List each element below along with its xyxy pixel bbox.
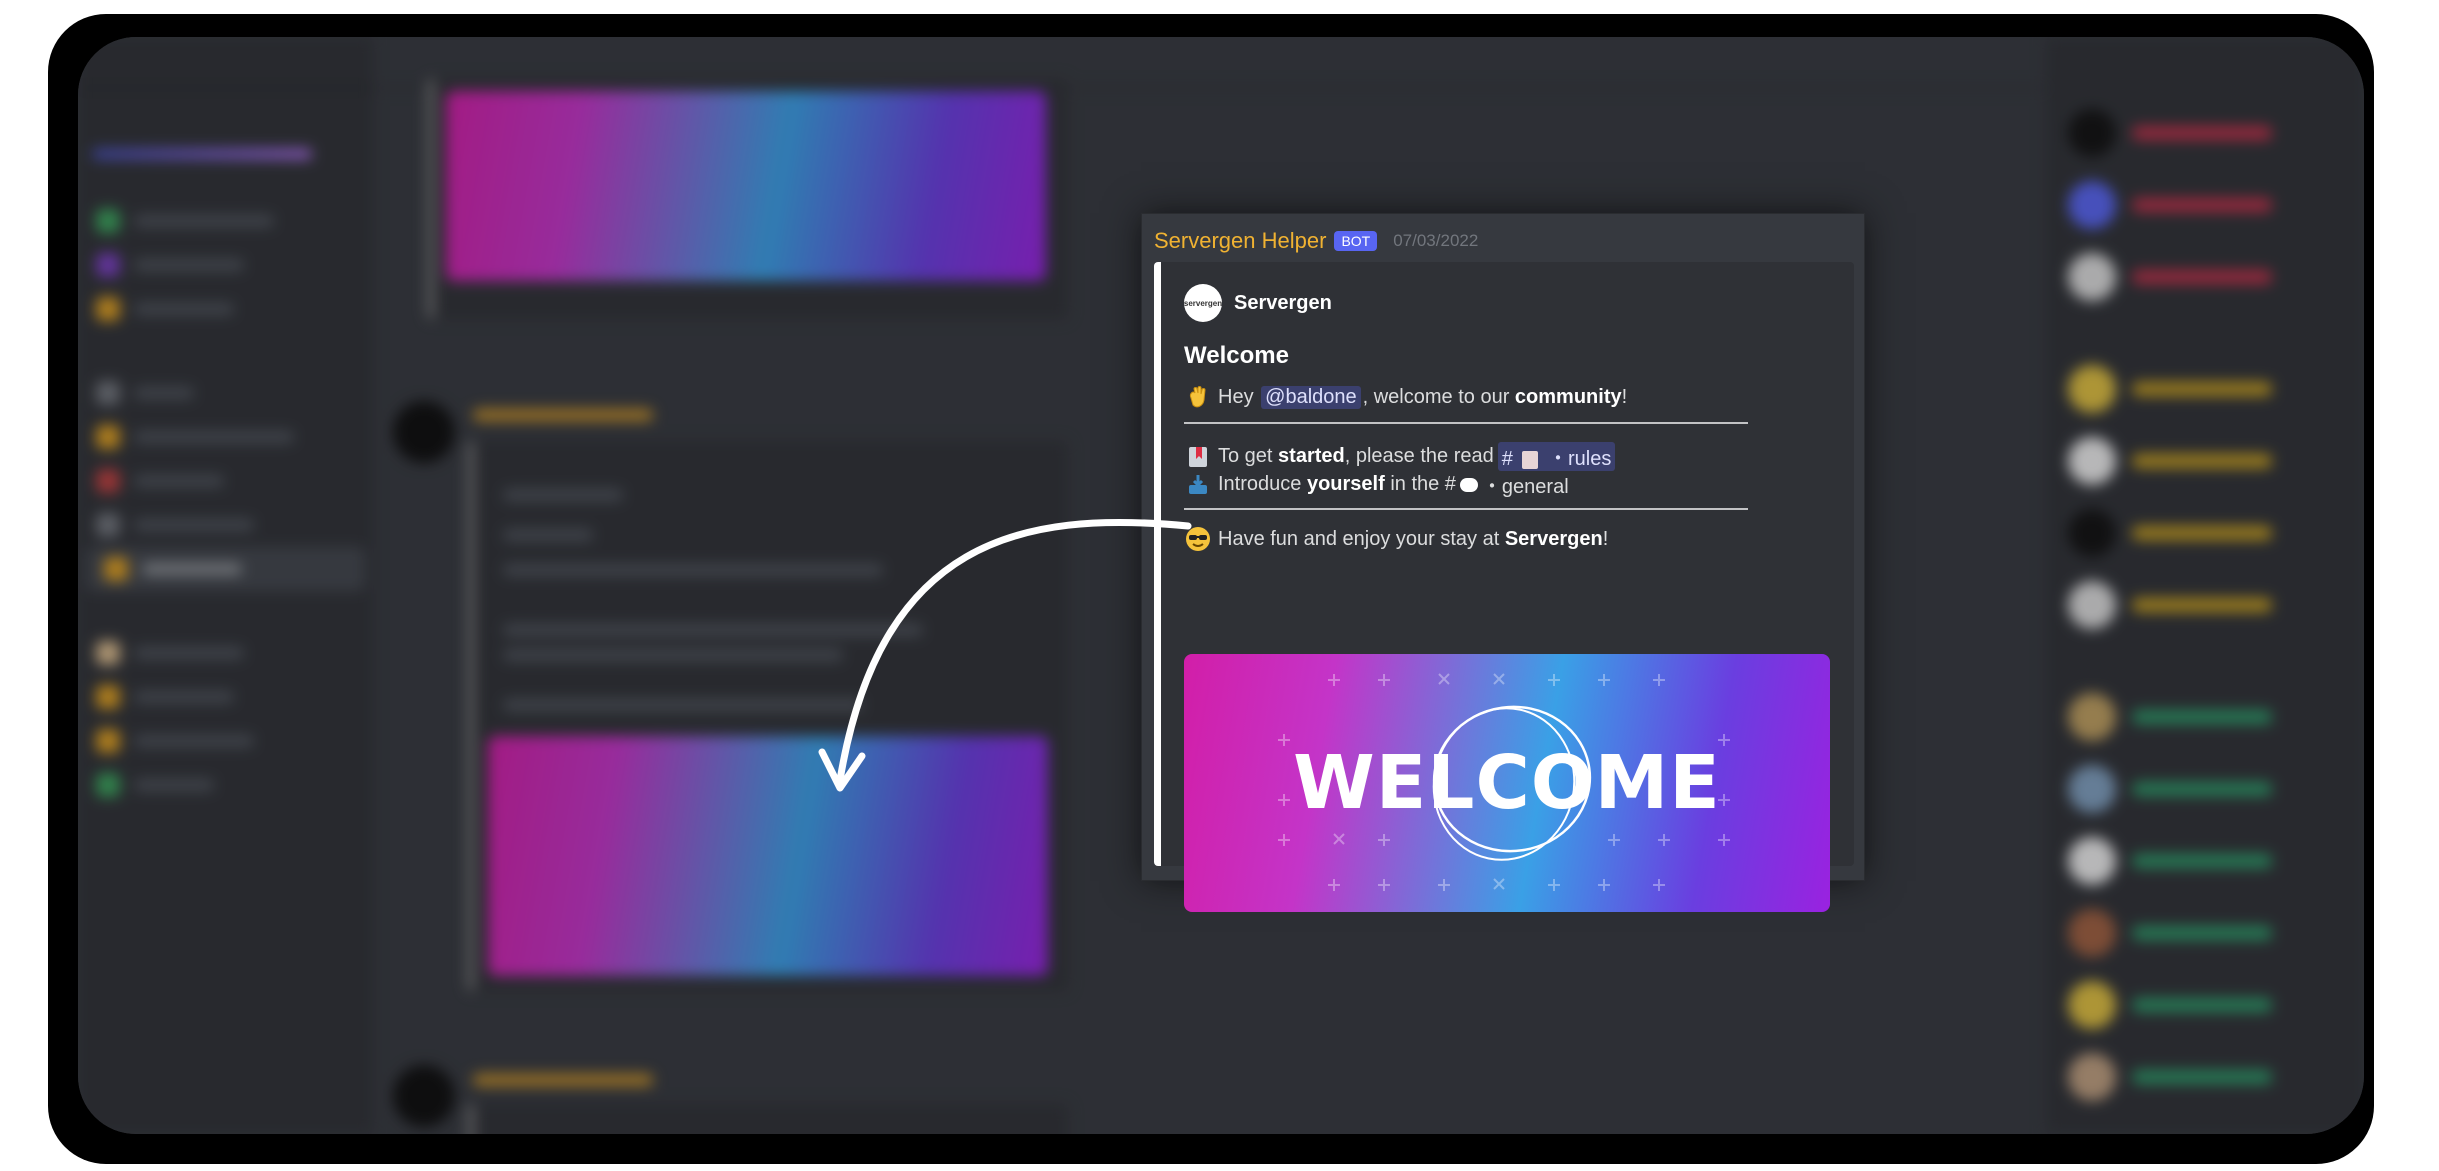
annotation-arrow-icon [818,518,1192,792]
